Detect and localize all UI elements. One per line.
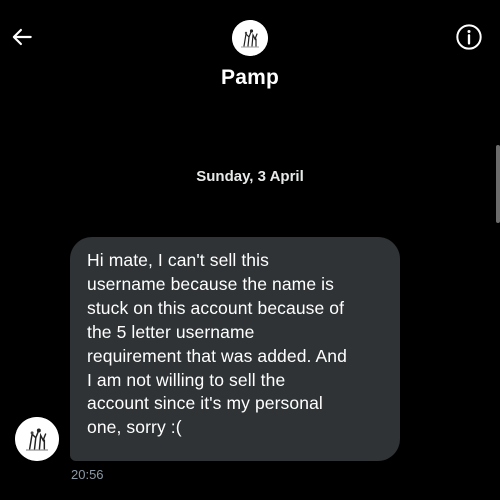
message-line: one, sorry :( <box>87 417 182 438</box>
message-text: Hi mate, I can't sell this username beca… <box>87 249 386 440</box>
scrollbar-thumb[interactable] <box>496 145 500 223</box>
date-separator: Sunday, 3 April <box>196 168 304 185</box>
message-timestamp: 20:56 <box>71 467 104 482</box>
conversation-info-button[interactable] <box>453 21 485 53</box>
back-button[interactable] <box>6 21 38 53</box>
contact-avatar[interactable] <box>232 20 268 56</box>
message-bubble[interactable]: Hi mate, I can't sell this username beca… <box>70 237 400 461</box>
message-line: account since it's my personal <box>87 393 323 414</box>
message-line: Hi mate, I can't sell this <box>87 250 269 270</box>
info-circle-icon <box>456 24 482 50</box>
message-line: requirement that was added. And <box>87 345 347 366</box>
avatar-sketch-icon <box>15 417 59 461</box>
message-line: I am not willing to sell the <box>87 369 286 390</box>
sender-avatar[interactable] <box>15 417 59 461</box>
message-line: username because the name is <box>87 273 334 294</box>
avatar-sketch-icon <box>232 20 268 56</box>
message-line: the 5 letter username <box>87 321 255 342</box>
arrow-left-icon <box>12 28 32 46</box>
dm-conversation-screen: Pamp Sunday, 3 April Hi mate, I can't se… <box>0 0 500 500</box>
contact-name[interactable]: Pamp <box>0 66 500 90</box>
message-line: stuck on this account because of <box>87 297 345 318</box>
